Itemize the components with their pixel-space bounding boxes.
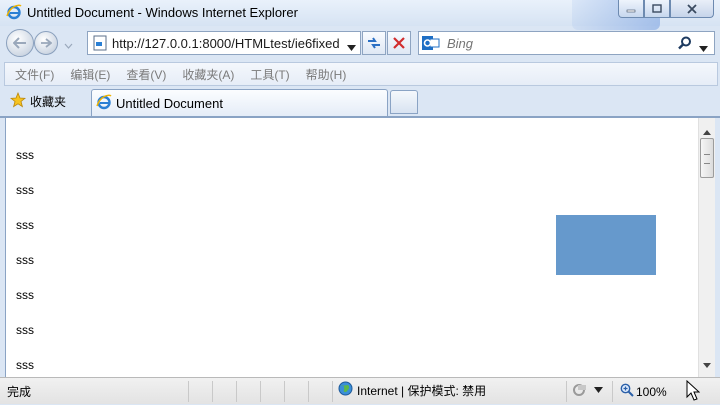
status-divider [188,381,189,402]
vertical-scrollbar[interactable] [698,118,715,377]
page-content: sss sss sss sss sss sss sss [5,118,698,377]
zoom-control[interactable]: 100% [620,383,667,400]
maximize-icon [652,4,662,13]
content-line: sss [16,323,34,337]
minimize-button[interactable] [618,0,644,18]
tab-label: Untitled Document [116,96,223,111]
status-divider [236,381,237,402]
star-icon [9,91,27,111]
window-title: Untitled Document - Windows Internet Exp… [27,5,298,20]
popup-dropdown-icon [594,387,603,393]
status-text: 完成 [7,385,32,399]
menu-view[interactable]: 查看(V) [118,66,174,83]
content-line: sss [16,218,34,232]
search-dropdown-icon[interactable] [699,41,708,55]
globe-icon [338,381,353,399]
menu-tools[interactable]: 工具(T) [242,66,297,83]
back-button[interactable] [6,29,34,57]
address-url[interactable]: http://127.0.0.1:8000/HTMLtest/ie6fixed [112,36,340,51]
fixed-position-box [556,215,656,275]
favorites-label: 收藏夹 [30,94,67,109]
search-box[interactable] [418,31,715,55]
zoom-icon [620,383,634,400]
status-divider [566,381,567,402]
new-tab-button[interactable] [390,90,418,114]
content-line: sss [16,183,34,197]
search-icon[interactable] [678,36,692,53]
tab-bar: 收藏夹 Untitled Document [0,86,720,118]
search-provider-icon[interactable] [422,35,440,51]
tab-ie-icon [96,94,112,113]
tab-untitled-document[interactable]: Untitled Document [91,89,388,117]
menu-file[interactable]: 文件(F) [5,66,62,83]
menu-edit[interactable]: 编辑(E) [62,66,118,83]
address-dropdown-icon[interactable] [347,40,356,54]
content-line: sss [16,358,34,372]
content-line: sss [16,288,34,302]
ie-logo-icon [6,4,22,20]
menu-favorites[interactable]: 收藏夹(A) [174,66,242,83]
status-bar: 完成 Internet | 保护模式: 禁用 100% [0,377,720,404]
stop-icon [393,37,405,49]
search-input[interactable] [445,34,665,52]
title-bar: Untitled Document - Windows Internet Exp… [0,0,720,30]
back-arrow-icon [13,37,26,49]
address-bar[interactable]: http://127.0.0.1:8000/HTMLtest/ie6fixed [87,31,361,55]
refresh-button[interactable] [362,31,386,55]
recent-pages-dropdown-icon[interactable] [64,38,73,52]
close-button[interactable] [670,0,714,18]
menu-help[interactable]: 帮助(H) [298,66,355,83]
status-divider [612,381,613,402]
security-zone[interactable]: Internet | 保护模式: 禁用 [338,381,486,399]
status-divider [260,381,261,402]
maximize-button[interactable] [644,0,670,18]
page-icon [92,35,108,51]
content-line: sss [16,253,34,267]
menu-bar: 文件(F) 编辑(E) 查看(V) 收藏夹(A) 工具(T) 帮助(H) [4,62,718,86]
popup-blocker-icon [573,384,586,396]
security-zone-label: Internet | 保护模式: 禁用 [357,383,487,398]
scrollbar-thumb[interactable] [700,138,714,178]
status-divider [332,381,333,402]
minimize-icon [626,9,636,12]
close-icon [687,3,697,14]
forward-button[interactable] [34,31,58,55]
content-line: sss [16,148,34,162]
zoom-level: 100% [636,384,667,399]
navigation-bar: http://127.0.0.1:8000/HTMLtest/ie6fixed [0,26,720,62]
favorites-button[interactable]: 收藏夹 [6,89,70,113]
forward-arrow-icon [41,38,52,48]
stop-button[interactable] [387,31,411,55]
window-controls [618,0,714,19]
scroll-up-icon[interactable] [703,124,711,138]
window-frame-edge [715,118,720,404]
mouse-cursor-icon [686,379,701,405]
scroll-down-icon[interactable] [703,357,711,371]
popup-blocker-control[interactable] [572,383,603,397]
status-divider [212,381,213,402]
refresh-icon [368,37,380,49]
status-divider [284,381,285,402]
status-divider [308,381,309,402]
